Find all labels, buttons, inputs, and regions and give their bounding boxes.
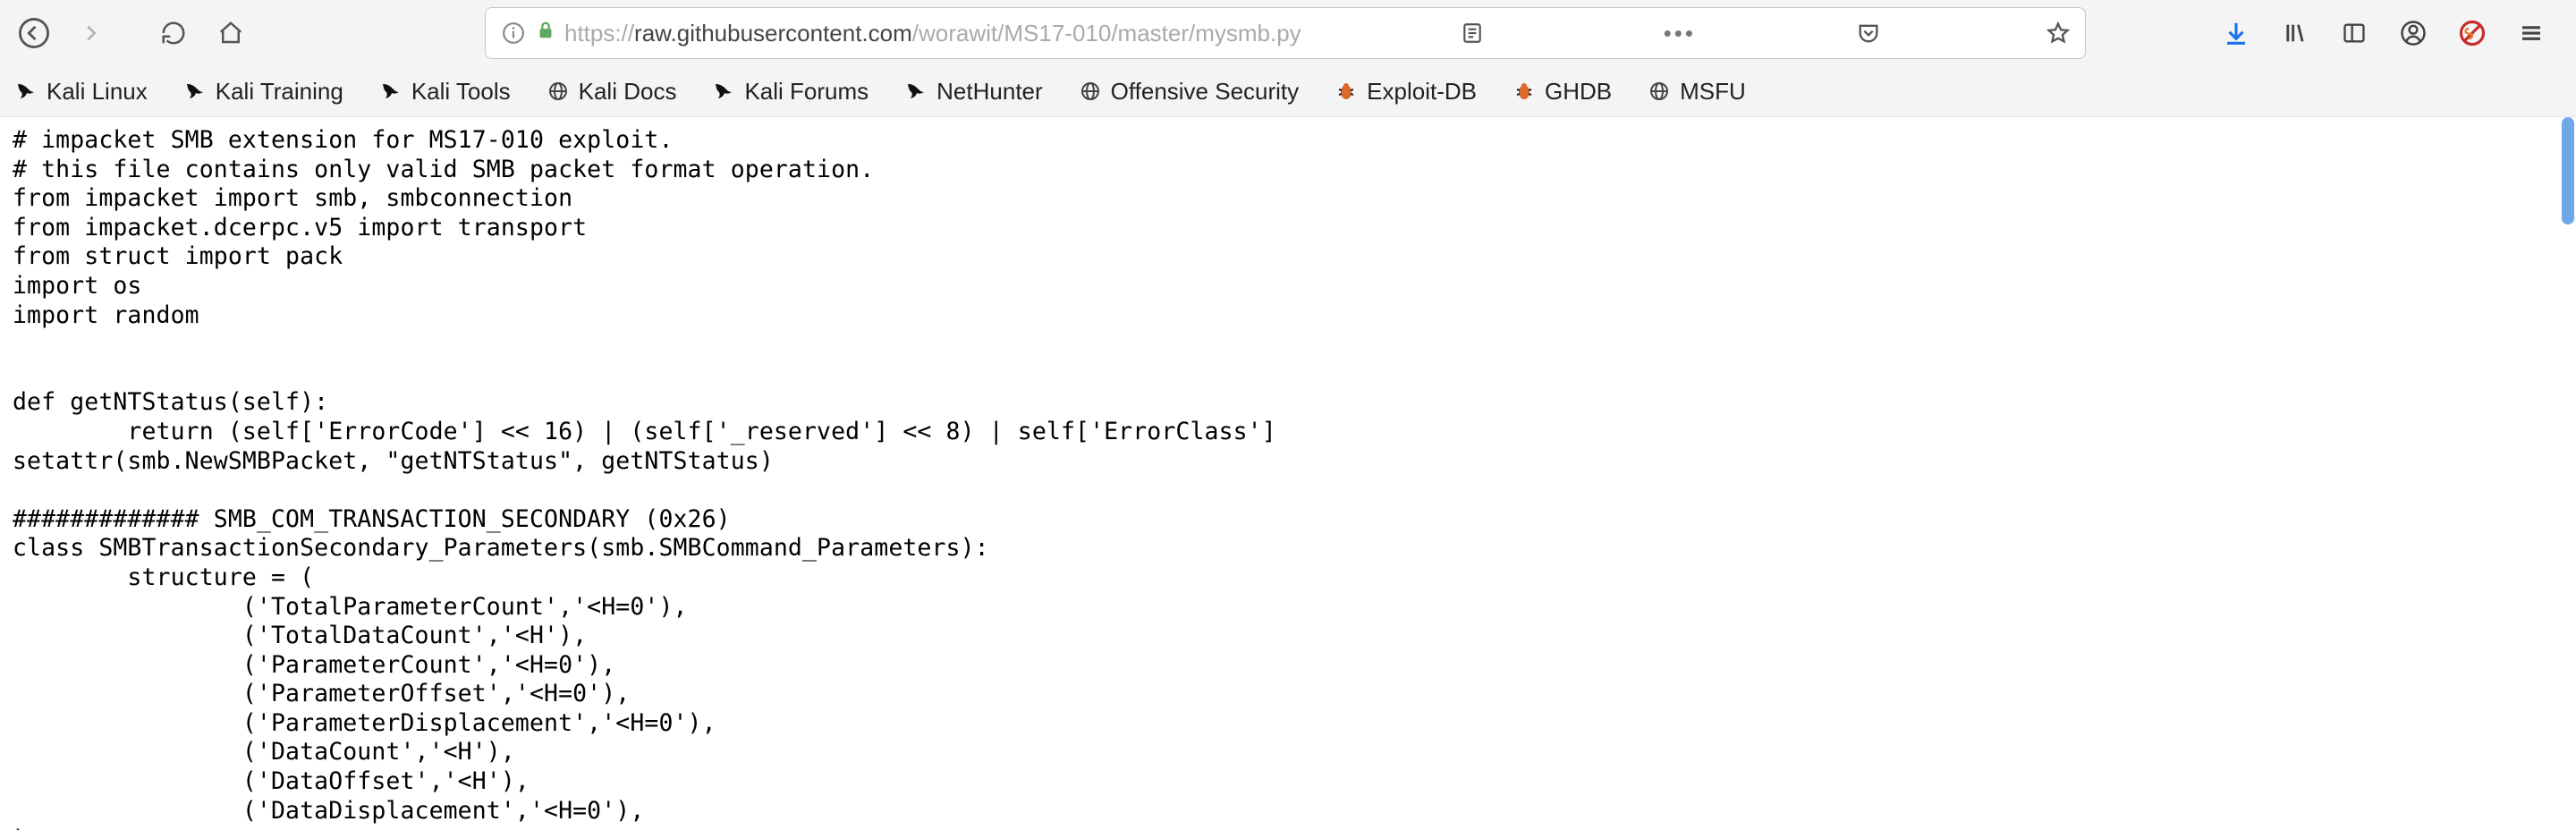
bookmark-nethunter[interactable]: NetHunter <box>897 74 1050 109</box>
scrollbar-thumb[interactable] <box>2562 117 2574 224</box>
bookmarks-bar: Kali Linux Kali Training Kali Tools Kali Do… <box>0 66 2576 116</box>
bookmark-kali-linux[interactable]: Kali Linux <box>7 74 155 109</box>
noscript-icon[interactable] <box>2454 15 2490 51</box>
page-actions-icon[interactable]: ••• <box>1662 15 1698 51</box>
site-info-icon[interactable] <box>500 20 527 47</box>
url-host: raw.githubusercontent.com <box>634 20 912 47</box>
bookmark-kali-training[interactable]: Kali Training <box>176 74 351 109</box>
account-icon[interactable] <box>2395 15 2431 51</box>
bookmark-kali-tools[interactable]: Kali Tools <box>372 74 518 109</box>
pocket-icon[interactable] <box>1851 15 1886 51</box>
bookmark-label: Kali Tools <box>411 78 511 106</box>
dragon-icon <box>379 80 402 103</box>
dragon-icon <box>183 80 207 103</box>
dragon-icon <box>904 80 928 103</box>
library-icon[interactable] <box>2277 15 2313 51</box>
url-path: /worawit/MS17-010/master/mysmb.py <box>912 20 1301 47</box>
bookmark-label: Kali Forums <box>744 78 869 106</box>
address-bar[interactable]: https://raw.githubusercontent.com/worawi… <box>485 7 2086 59</box>
right-toolbar <box>2218 15 2567 51</box>
bookmark-label: Kali Docs <box>579 78 677 106</box>
bookmark-label: GHDB <box>1545 78 1612 106</box>
bookmark-kali-docs[interactable]: Kali Docs <box>539 74 684 109</box>
home-button[interactable] <box>206 8 256 58</box>
bookmark-ghdb[interactable]: GHDB <box>1505 74 1619 109</box>
bookmark-kali-forums[interactable]: Kali Forums <box>705 74 876 109</box>
downloads-icon[interactable] <box>2218 15 2254 51</box>
url-proto: https:// <box>564 20 634 47</box>
navigation-toolbar: https://raw.githubusercontent.com/worawi… <box>0 0 2576 66</box>
bookmark-label: Kali Linux <box>47 78 148 106</box>
bookmark-label: MSFU <box>1680 78 1746 106</box>
bug-icon <box>1513 80 1536 103</box>
back-button[interactable] <box>9 8 59 58</box>
bookmark-exploit-db[interactable]: Exploit-DB <box>1327 74 1484 109</box>
browser-chrome: https://raw.githubusercontent.com/worawi… <box>0 0 2576 117</box>
world-icon <box>1079 80 1102 103</box>
reload-button[interactable] <box>148 8 199 58</box>
code-block: # impacket SMB extension for MS17-010 ex… <box>0 117 2576 830</box>
dragon-icon <box>14 80 38 103</box>
dragon-icon <box>712 80 735 103</box>
bookmark-star-icon[interactable] <box>2040 15 2076 51</box>
bookmark-label: Offensive Security <box>1111 78 1300 106</box>
bug-icon <box>1335 80 1358 103</box>
url-text: https://raw.githubusercontent.com/worawi… <box>564 20 1301 47</box>
bookmark-offensive-security[interactable]: Offensive Security <box>1072 74 1307 109</box>
menu-icon[interactable] <box>2513 15 2549 51</box>
sidebar-icon[interactable] <box>2336 15 2372 51</box>
page-content: # impacket SMB extension for MS17-010 ex… <box>0 117 2576 830</box>
bookmark-label: Exploit-DB <box>1367 78 1477 106</box>
scrollbar-track[interactable] <box>2558 117 2576 830</box>
forward-button[interactable] <box>66 8 116 58</box>
bookmark-msfu[interactable]: MSFU <box>1640 74 1753 109</box>
lock-icon <box>536 21 555 47</box>
bookmark-label: NetHunter <box>936 78 1043 106</box>
reader-mode-icon[interactable] <box>1454 15 1490 51</box>
world-icon <box>1648 80 1671 103</box>
world-icon <box>547 80 570 103</box>
bookmark-label: Kali Training <box>216 78 343 106</box>
